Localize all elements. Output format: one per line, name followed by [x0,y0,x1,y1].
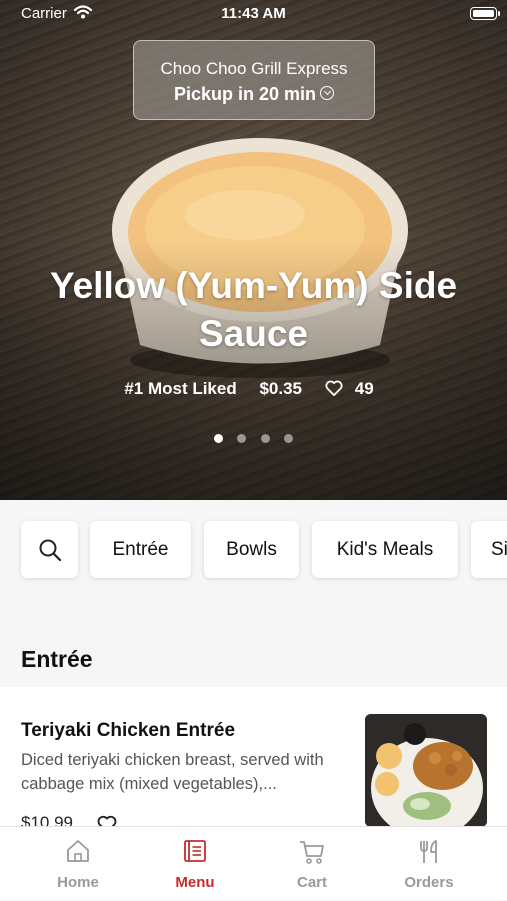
tab-cart[interactable]: Cart [249,827,375,901]
store-name: Choo Choo Grill Express [160,59,348,78]
tab-label: Cart [296,874,327,891]
chevron-down-circle-icon [320,86,335,101]
category-chip-kids-meals[interactable]: Kid's Meals [312,521,458,578]
item-description: Diced teriyaki chicken breast, served wi… [21,751,324,793]
pickup-label: Pickup in 20 min [173,84,317,104]
menu-item[interactable]: Teriyaki Chicken Entrée Diced teriyaki c… [0,687,507,827]
cart-icon [300,841,324,864]
featured-likes: 49 [325,379,383,398]
tab-label: Home [57,874,99,891]
category-chip-entree[interactable]: Entrée [90,521,191,578]
featured-title: Yellow (Yum-Yum) Side Sauce [49,265,458,354]
utensils-icon [420,840,437,863]
tab-orders[interactable]: Orders [366,827,492,901]
category-chip-bowls[interactable]: Bowls [204,521,299,578]
tab-menu[interactable]: Menu [132,827,258,901]
status-time: 11:43 AM [221,5,286,22]
item-photo [365,714,487,827]
home-icon [67,840,89,862]
category-bar[interactable]: Entrée Bowls Kid's Meals Si [0,500,507,600]
carousel-dot[interactable] [260,434,270,443]
category-chip-sides[interactable]: Si [471,521,507,578]
featured-badge: #1 Most Liked [124,379,237,398]
store-pickup-selector[interactable]: Choo Choo Grill Express Pickup in 20 min [133,40,375,120]
search-icon [39,539,61,561]
featured-likes-count: 49 [354,379,374,398]
tab-home[interactable]: Home [15,827,141,901]
status-bar: Carrier 11:43 AM [0,0,507,28]
battery-icon [470,7,500,20]
carousel-dot[interactable] [213,434,223,443]
carousel-dot[interactable] [284,434,294,443]
item-name: Teriyaki Chicken Entrée [21,720,236,741]
section-title: Entrée [21,646,93,672]
tab-label: Orders [404,874,454,891]
featured-meta: #1 Most Liked $0.35 49 [0,379,507,399]
carousel-dots[interactable] [0,430,507,448]
featured-hero[interactable]: Carrier 11:43 AM Choo Choo Grill Express… [0,0,507,500]
item-price: $10.99 [21,813,73,827]
pickup-time: Pickup in 20 min [134,84,374,105]
featured-price: $0.35 [259,379,303,398]
menu-icon [184,840,206,862]
tab-bar: Home Menu Cart Orders [0,826,507,900]
tab-label: Menu [175,874,215,891]
search-button[interactable] [21,521,78,578]
heart-icon [325,380,343,396]
carousel-dot[interactable] [237,434,247,443]
